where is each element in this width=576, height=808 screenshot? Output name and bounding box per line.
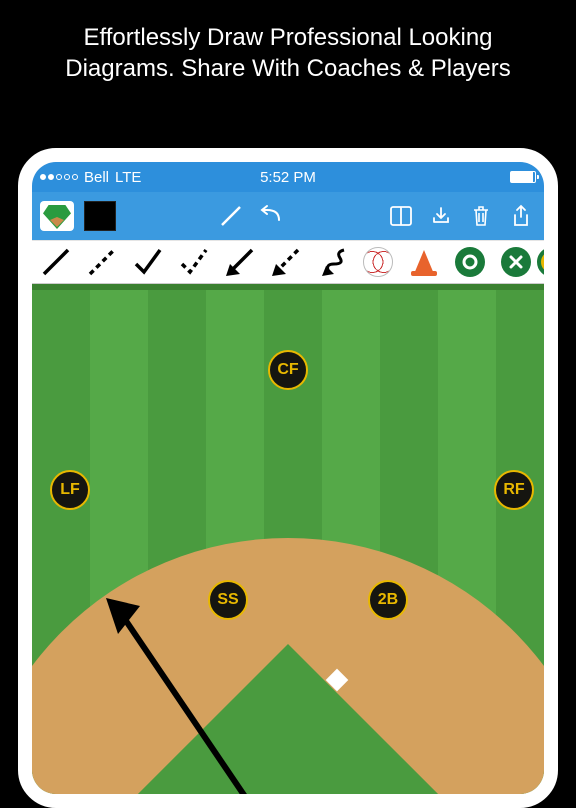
baseball-icon bbox=[363, 247, 393, 277]
share-button[interactable] bbox=[506, 201, 536, 231]
book-button[interactable] bbox=[386, 201, 416, 231]
tablet-frame: Bell LTE 5:52 PM bbox=[18, 148, 558, 808]
position-2b-label: 2B bbox=[378, 591, 398, 609]
position-cf[interactable]: CF bbox=[268, 350, 308, 390]
drawing-palette bbox=[32, 240, 544, 284]
download-button[interactable] bbox=[426, 201, 456, 231]
book-icon bbox=[388, 204, 414, 228]
trash-button[interactable] bbox=[466, 201, 496, 231]
download-icon bbox=[429, 204, 453, 228]
palette-player-circle[interactable] bbox=[450, 244, 490, 280]
status-left: Bell LTE bbox=[40, 169, 141, 186]
palette-cone[interactable] bbox=[404, 244, 444, 280]
battery-icon bbox=[510, 171, 536, 183]
position-cf-label: CF bbox=[277, 361, 298, 379]
solid-arrow-icon bbox=[222, 244, 258, 280]
line-tool-button[interactable] bbox=[216, 201, 246, 231]
player-circle-icon bbox=[455, 247, 485, 277]
solid-check-icon bbox=[130, 244, 166, 280]
promo-line-1: Effortlessly Draw Professional Looking bbox=[20, 22, 556, 53]
palette-baseball[interactable] bbox=[358, 244, 398, 280]
palette-dashed-line[interactable] bbox=[82, 244, 122, 280]
status-right bbox=[510, 171, 536, 183]
network-label: LTE bbox=[115, 169, 141, 186]
position-rf-label: RF bbox=[503, 481, 524, 499]
palette-solid-line[interactable] bbox=[36, 244, 76, 280]
palette-dashed-check[interactable] bbox=[174, 244, 214, 280]
undo-button[interactable] bbox=[256, 201, 286, 231]
solid-line-icon bbox=[38, 244, 74, 280]
field-template-button[interactable] bbox=[40, 201, 74, 231]
warning-track bbox=[32, 284, 544, 290]
palette-squiggle-arrow[interactable] bbox=[312, 244, 352, 280]
squiggle-arrow-icon bbox=[314, 244, 350, 280]
color-swatch-button[interactable] bbox=[84, 201, 116, 231]
position-2b[interactable]: 2B bbox=[368, 580, 408, 620]
position-rf[interactable]: RF bbox=[494, 470, 534, 510]
palette-solid-check[interactable] bbox=[128, 244, 168, 280]
app-screen: Bell LTE 5:52 PM bbox=[32, 162, 544, 794]
trash-icon bbox=[470, 204, 492, 228]
primary-toolbar bbox=[32, 192, 544, 240]
palette-more[interactable] bbox=[522, 247, 544, 277]
dashed-arrow-icon bbox=[268, 244, 304, 280]
more-circle-icon bbox=[537, 247, 544, 277]
promo-headline: Effortlessly Draw Professional Looking D… bbox=[0, 0, 576, 94]
position-ss[interactable]: SS bbox=[208, 580, 248, 620]
dashed-check-icon bbox=[176, 244, 212, 280]
field-canvas[interactable]: CF LF RF SS 2B bbox=[32, 284, 544, 794]
palette-solid-arrow[interactable] bbox=[220, 244, 260, 280]
palette-dashed-arrow[interactable] bbox=[266, 244, 306, 280]
share-icon bbox=[510, 203, 532, 229]
position-lf-label: LF bbox=[60, 481, 80, 499]
diagonal-line-icon bbox=[218, 203, 244, 229]
signal-strength-icon bbox=[40, 174, 78, 180]
status-bar: Bell LTE 5:52 PM bbox=[32, 162, 544, 192]
cone-icon bbox=[414, 250, 434, 274]
position-lf[interactable]: LF bbox=[50, 470, 90, 510]
carrier-label: Bell bbox=[84, 169, 109, 186]
field-template-icon bbox=[43, 205, 71, 229]
position-ss-label: SS bbox=[217, 591, 238, 609]
dashed-line-icon bbox=[84, 244, 120, 280]
undo-icon bbox=[257, 204, 285, 228]
clock-label: 5:52 PM bbox=[260, 169, 316, 186]
promo-line-2: Diagrams. Share With Coaches & Players bbox=[20, 53, 556, 84]
